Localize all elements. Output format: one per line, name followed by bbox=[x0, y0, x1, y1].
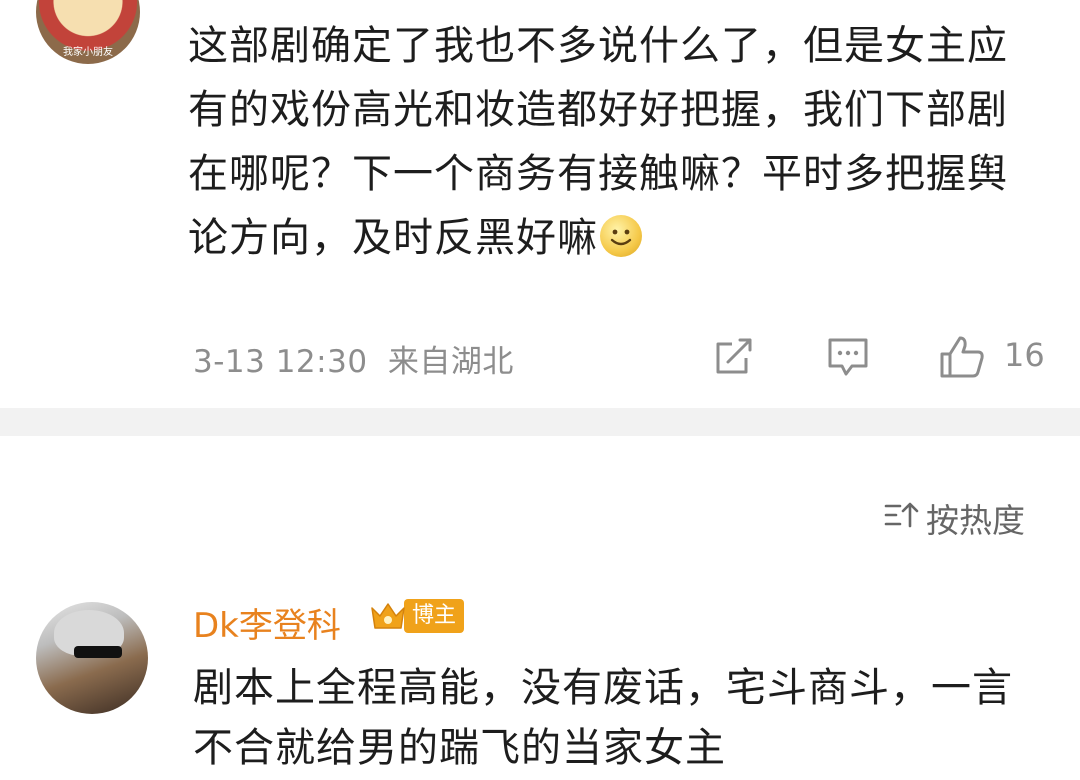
comment-icon[interactable] bbox=[826, 334, 870, 382]
post-card: 我家小朋友 这部剧确定了我也不多说什么了，但是女主应有的戏份高光和妆造都好好把握… bbox=[0, 0, 1080, 408]
avatar-caption: 我家小朋友 bbox=[63, 47, 113, 58]
crown-icon bbox=[368, 598, 408, 634]
sort-label: 按热度 bbox=[926, 501, 1025, 540]
poster-avatar[interactable]: 我家小朋友 bbox=[36, 0, 140, 64]
section-divider bbox=[0, 408, 1080, 436]
comment-text: 剧本上全程高能，没有废话，宅斗商斗，一言不合就给男的踹飞的当家女主 bbox=[193, 665, 1013, 771]
badge-label: 博主 bbox=[404, 599, 465, 633]
blogger-badge: 博主 bbox=[368, 598, 465, 634]
comment-item: Dk李登科 博主 剧本上全程高能，没有废话，宅斗商斗，一言不合就给男的踹飞的当家… bbox=[0, 580, 1080, 780]
sort-icon bbox=[884, 499, 920, 538]
like-icon[interactable] bbox=[938, 334, 986, 384]
commenter-username[interactable]: Dk李登科 bbox=[193, 598, 341, 647]
sort-button[interactable]: 按热度 bbox=[884, 494, 1025, 542]
post-body: 这部剧确定了我也不多说什么了，但是女主应有的戏份高光和妆造都好好把握，我们下部剧… bbox=[188, 23, 1008, 261]
avatar-sunglasses bbox=[74, 646, 122, 658]
share-icon[interactable] bbox=[712, 334, 756, 382]
commenter-avatar[interactable] bbox=[36, 602, 148, 714]
smiley-emoji-icon bbox=[600, 215, 642, 257]
like-count: 16 bbox=[1004, 336, 1045, 374]
post-actions: 16 bbox=[0, 330, 1080, 382]
post-text: 这部剧确定了我也不多说什么了，但是女主应有的戏份高光和妆造都好好把握，我们下部剧… bbox=[188, 14, 1048, 270]
